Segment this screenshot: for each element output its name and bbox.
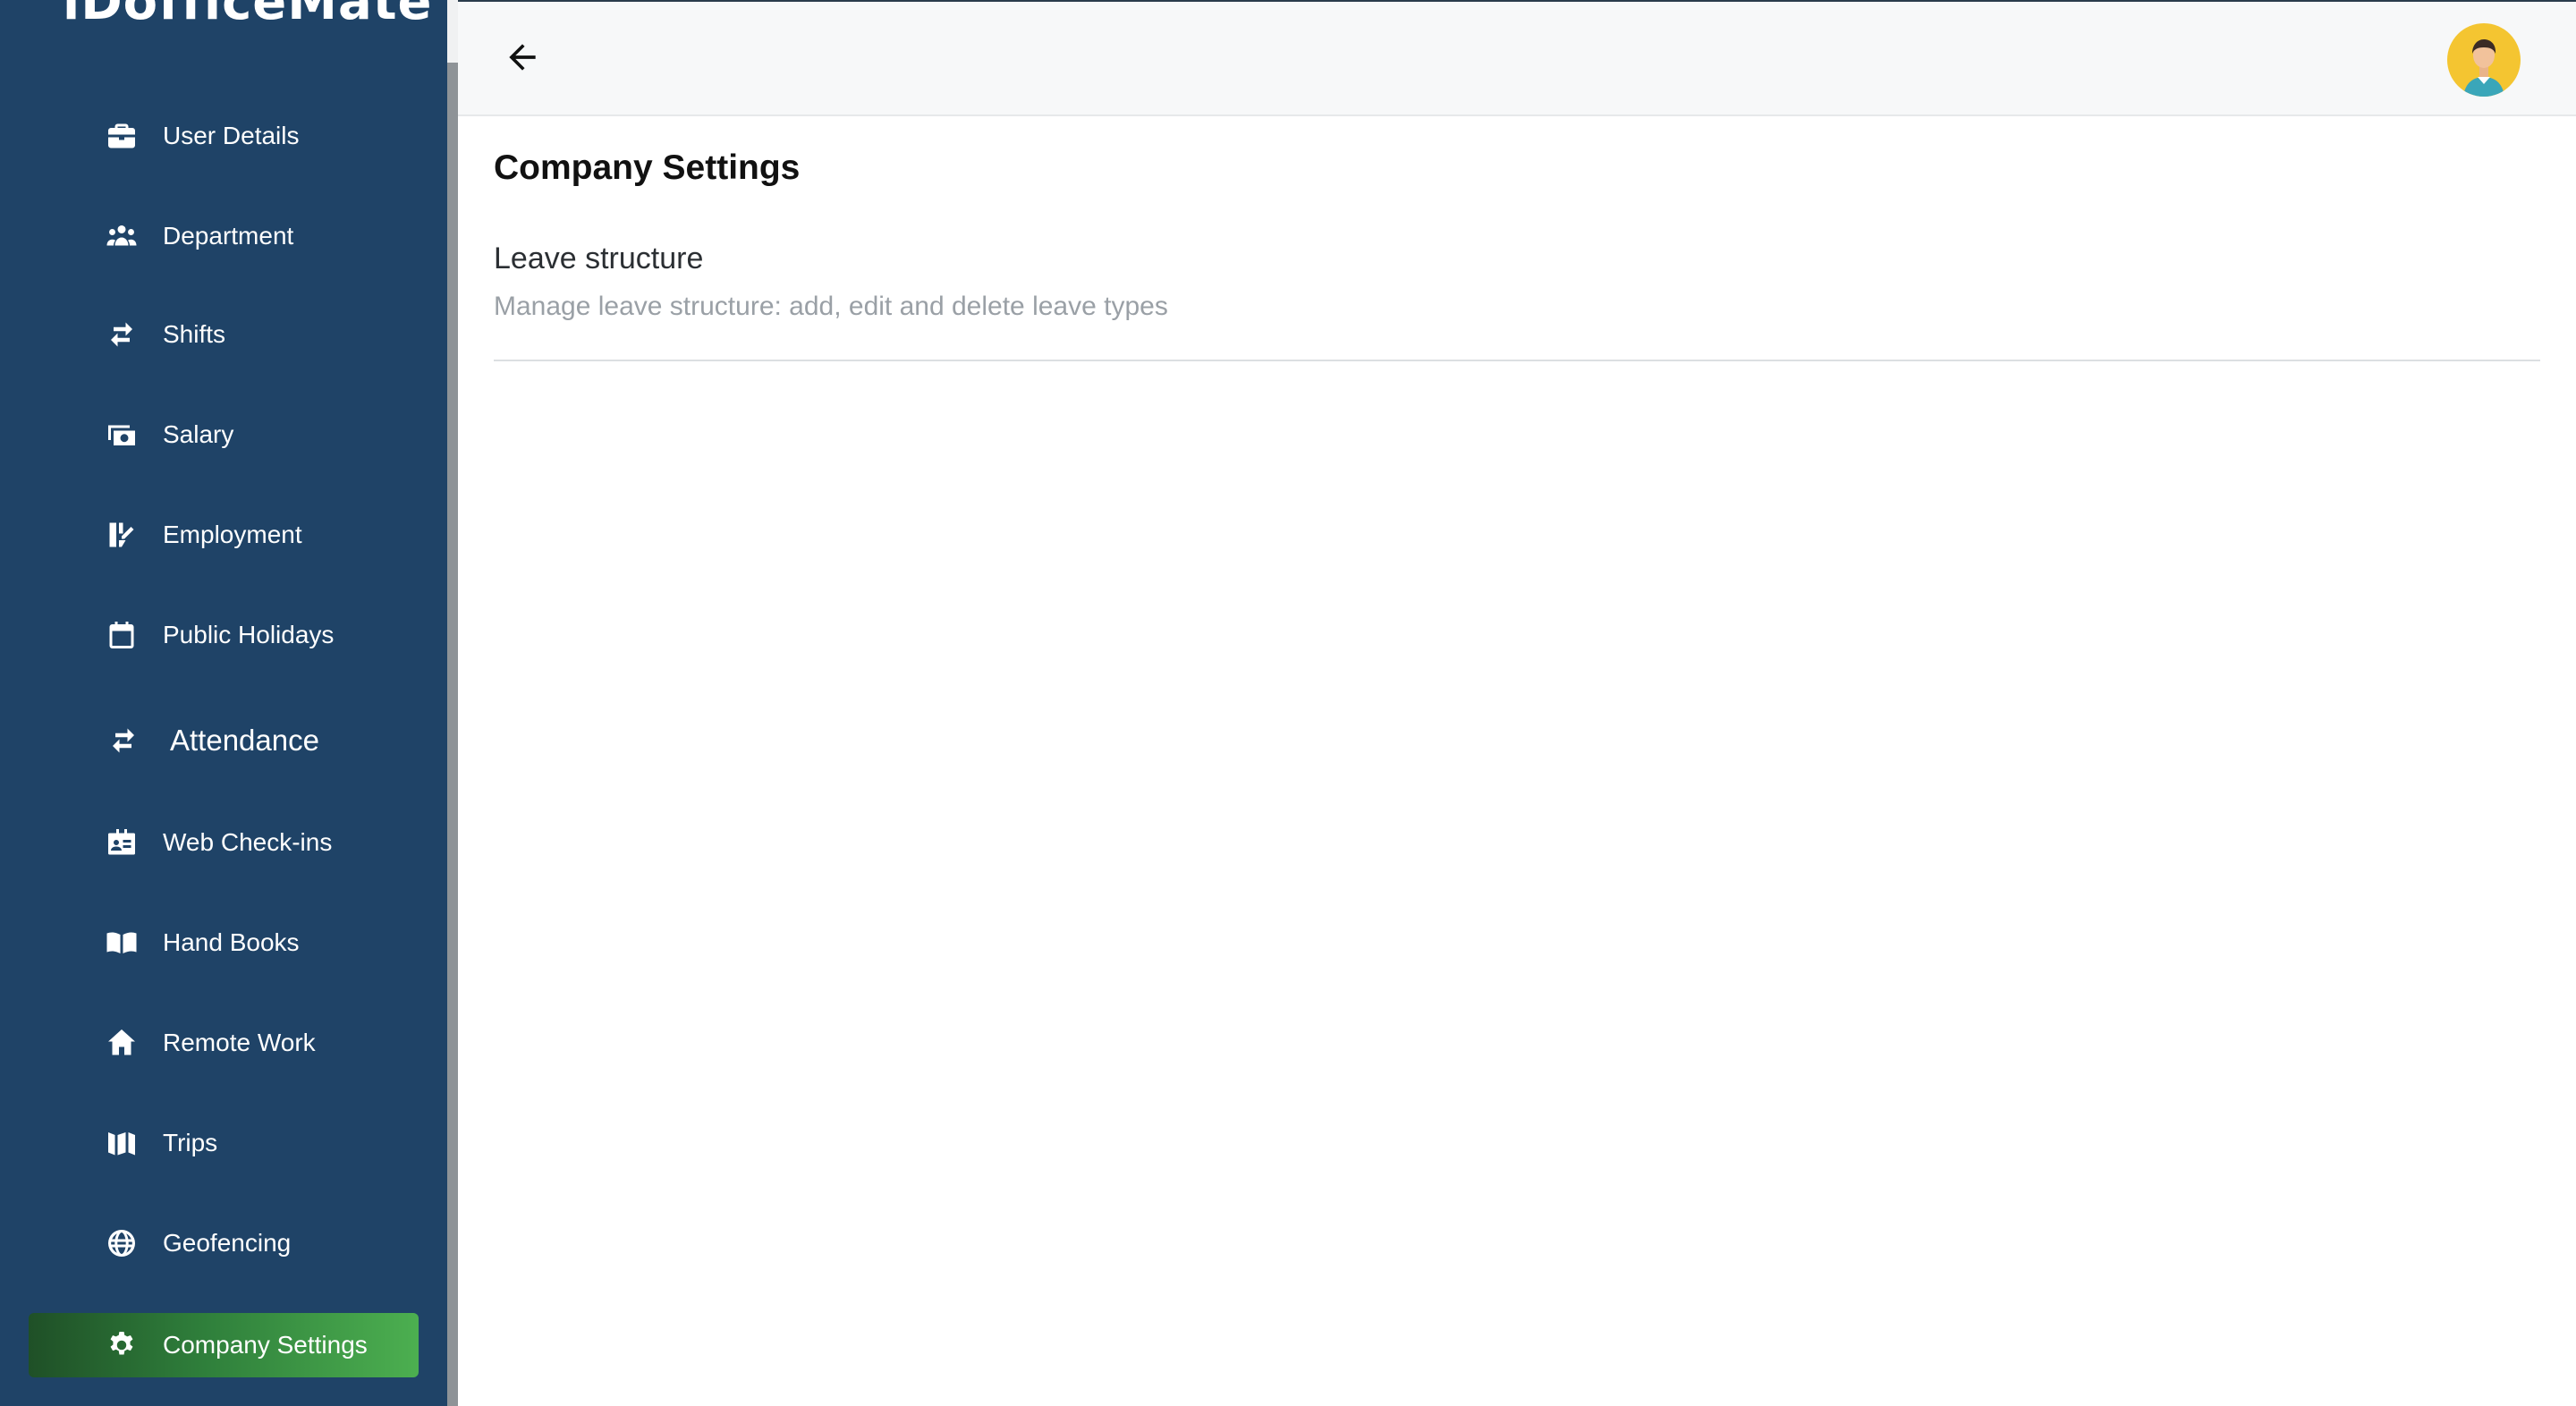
sidebar-item-salary[interactable]: Salary: [29, 402, 419, 467]
sidebar-item-department[interactable]: Department: [29, 204, 419, 268]
sidebar-item-geofencing[interactable]: Geofencing: [29, 1211, 419, 1275]
sidebar-item-label: Shifts: [163, 320, 226, 348]
sidebar-item-hand-books[interactable]: Hand Books: [29, 911, 419, 975]
sidebar-item-label: User Details: [163, 122, 300, 149]
sidebar-item-label: Employment: [163, 521, 302, 548]
map-icon: [106, 1127, 138, 1159]
app-logo[interactable]: iDofficeMate: [63, 0, 433, 31]
sidebar-item-shifts[interactable]: Shifts: [29, 302, 419, 367]
briefcase-icon: [106, 120, 138, 152]
sidebar-item-label: Attendance: [170, 724, 319, 757]
arrow-left-icon: [503, 38, 542, 81]
sidebar-item-attendance[interactable]: Attendance: [29, 708, 419, 773]
sidebar-scrollbar-thumb[interactable]: [447, 0, 458, 63]
book-icon: [106, 927, 138, 959]
swap-arrows-icon: [106, 318, 138, 351]
home-icon: [106, 1027, 138, 1059]
sidebar-item-label: Department: [163, 222, 294, 250]
main-content: Company Settings Leave structure Manage …: [458, 116, 2576, 1406]
users-icon: [106, 220, 138, 252]
money-icon: [106, 419, 138, 451]
sidebar-item-label: Geofencing: [163, 1229, 292, 1257]
sidebar-item-label: Remote Work: [163, 1029, 316, 1056]
sidebar-item-label: Hand Books: [163, 928, 300, 956]
sidebar: iDofficeMate User Details Department Shi…: [0, 0, 447, 1406]
settings-item-description: Manage leave structure: add, edit and de…: [494, 292, 1168, 321]
sidebar-item-label: Trips: [163, 1129, 218, 1156]
sidebar-item-public-holidays[interactable]: Public Holidays: [29, 603, 419, 667]
user-avatar[interactable]: [2447, 23, 2521, 97]
sidebar-item-label: Salary: [163, 420, 234, 448]
sidebar-item-employment[interactable]: Employment: [29, 503, 419, 567]
globe-icon: [106, 1227, 138, 1259]
sidebar-item-company-settings[interactable]: Company Settings: [29, 1313, 419, 1377]
employment-icon: [106, 519, 138, 551]
id-card-icon: [106, 826, 138, 859]
page-title: Company Settings: [494, 148, 801, 187]
top-bar: [458, 0, 2576, 116]
sidebar-item-label: Web Check-ins: [163, 828, 333, 856]
sidebar-item-remote-work[interactable]: Remote Work: [29, 1011, 419, 1075]
sidebar-scrollbar[interactable]: [447, 0, 458, 1406]
sidebar-item-label: Company Settings: [163, 1331, 368, 1359]
sidebar-item-web-check-ins[interactable]: Web Check-ins: [29, 810, 419, 875]
gear-icon: [106, 1329, 138, 1361]
sidebar-item-trips[interactable]: Trips: [29, 1111, 419, 1175]
settings-item-title: Leave structure: [494, 241, 704, 275]
settings-item-leave-structure[interactable]: Leave structure Manage leave structure: …: [494, 233, 2540, 361]
back-button[interactable]: [496, 32, 549, 86]
sidebar-item-label: Public Holidays: [163, 621, 335, 648]
sidebar-item-user-details[interactable]: User Details: [29, 104, 419, 168]
swap-arrows-icon: [107, 724, 140, 757]
calendar-icon: [106, 619, 138, 651]
